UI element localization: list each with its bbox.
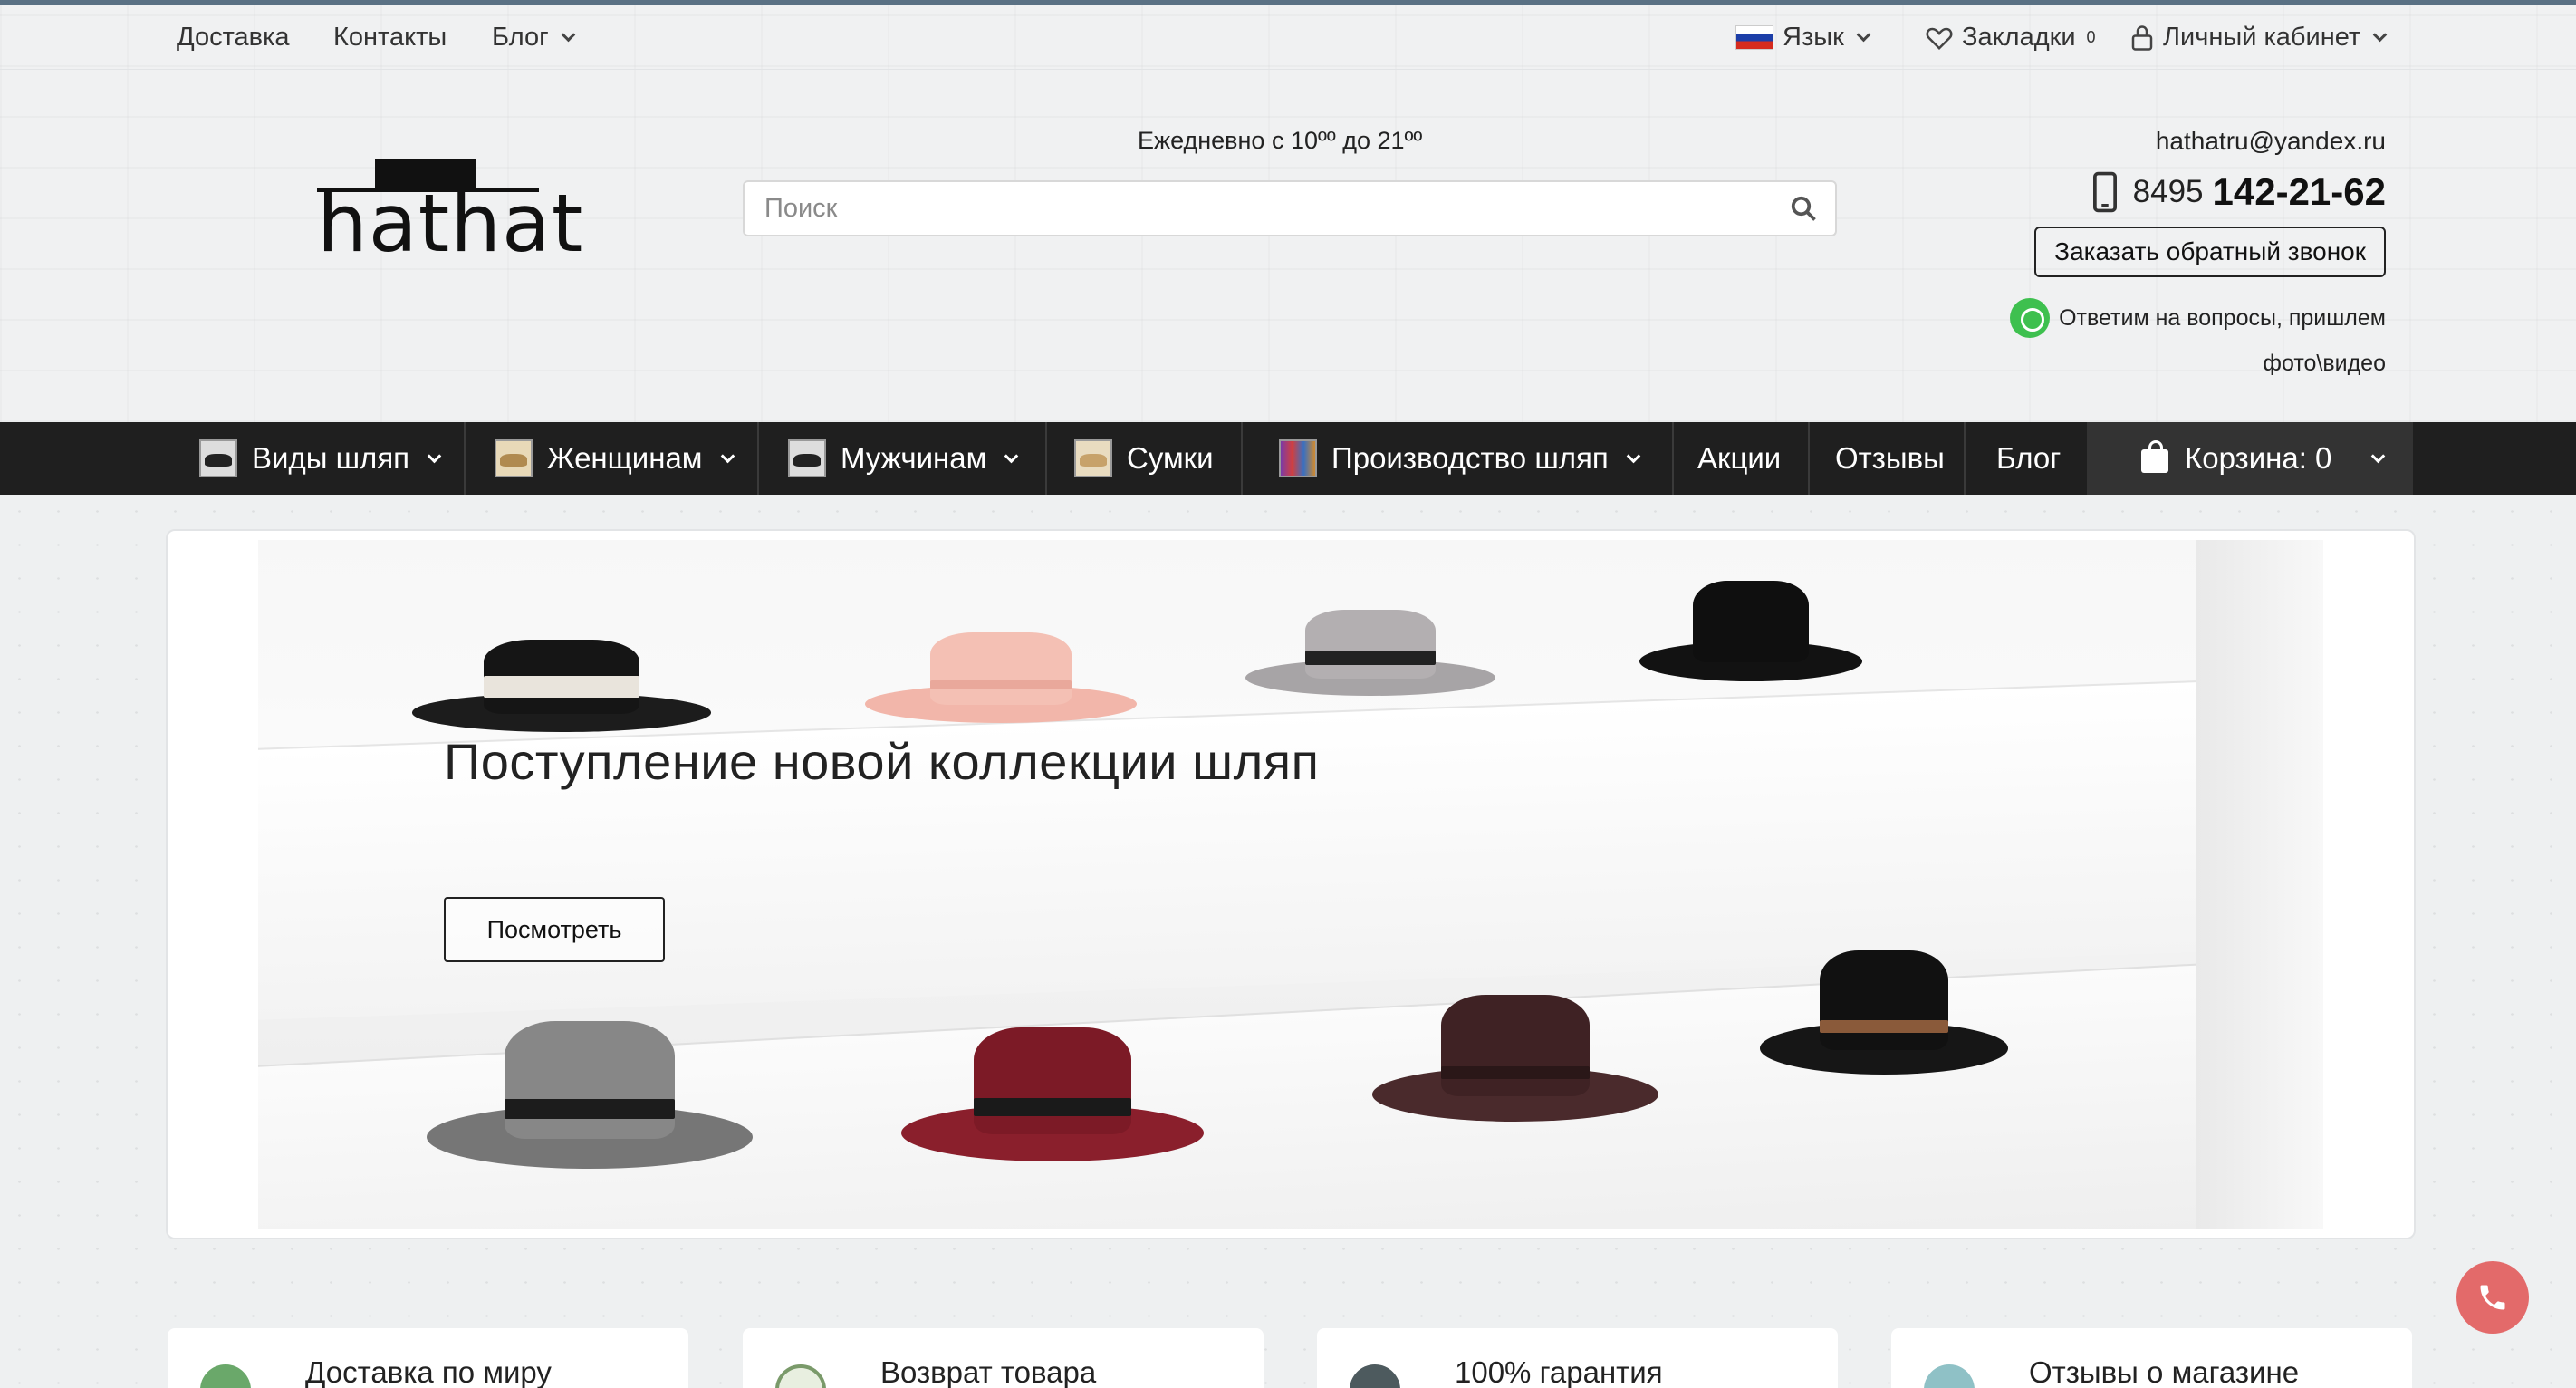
shopping-bag-icon: [2141, 440, 2168, 473]
phone-block[interactable]: 8495 142-21-62: [2034, 170, 2386, 214]
globe-icon: [200, 1364, 251, 1388]
account-label: Личный кабинет: [2163, 23, 2361, 52]
topbar-link-label: Доставка: [177, 23, 290, 52]
top-bar: Доставка Контакты Блог Язык Закладки 0 Ли…: [0, 5, 2576, 70]
whatsapp-text-line1: Ответим на вопросы, пришлем: [2059, 305, 2386, 331]
men-hat-thumbnail-icon: [788, 439, 826, 477]
phone-icon: [2480, 1285, 2505, 1310]
return-arrows-icon: [775, 1364, 826, 1388]
language-selector[interactable]: Язык: [1735, 23, 1871, 53]
nav-item-hat-production[interactable]: Производство шляп: [1243, 422, 1674, 495]
cart-label: Корзина: 0: [2185, 441, 2332, 475]
whatsapp-text-line2: фото\видео: [2263, 351, 2386, 376]
cart-button[interactable]: Корзина: 0: [2087, 422, 2413, 495]
banner-view-button[interactable]: Посмотреть: [444, 897, 665, 962]
hat-image: [901, 1011, 1204, 1161]
feature-card-returns[interactable]: Возврат товара: [743, 1328, 1264, 1388]
search-input[interactable]: [745, 182, 1759, 235]
chevron-down-icon: [1856, 27, 1871, 43]
nav-item-label: Акции: [1697, 441, 1782, 475]
feature-label: Отзывы о магазине: [2029, 1355, 2300, 1388]
nav-item-label: Виды шляп: [252, 441, 410, 475]
guarantee-badge-icon: [1350, 1364, 1400, 1388]
topbar-link-label: Контакты: [333, 23, 447, 52]
feature-label: Возврат товара: [880, 1355, 1097, 1388]
nav-item-men[interactable]: Мужчинам: [759, 422, 1047, 495]
hat-image: [1639, 576, 1862, 681]
feature-card-guarantee[interactable]: 100% гарантия: [1317, 1328, 1838, 1388]
nav-item-hat-types[interactable]: Виды шляп: [181, 422, 466, 495]
nav-item-label: Блог: [1996, 441, 2062, 475]
nav-item-blog[interactable]: Блог: [1966, 422, 2087, 495]
nav-item-label: Мужчинам: [841, 441, 987, 475]
chevron-down-icon: [720, 448, 735, 463]
whatsapp-icon: [2010, 298, 2051, 338]
topbar-link-blog[interactable]: Блог: [492, 23, 575, 53]
bookmarks-label: Закладки: [1962, 23, 2076, 52]
nav-item-label: Отзывы: [1835, 441, 1945, 475]
hat-thumbnail-icon: [199, 439, 237, 477]
account-menu[interactable]: Личный кабинет: [2130, 23, 2388, 53]
chevron-down-icon: [427, 448, 442, 463]
search-icon[interactable]: [1790, 195, 1817, 222]
logo-text: hathat: [317, 177, 584, 270]
nav-item-promotions[interactable]: Акции: [1674, 422, 1810, 495]
banner-title: Поступление новой коллекции шляп: [444, 733, 1320, 790]
main-nav: Виды шляп Женщинам Мужчинам Сумки Произв…: [0, 422, 2576, 495]
hat-image: [1372, 978, 1658, 1122]
nav-item-reviews[interactable]: Отзывы: [1810, 422, 1966, 495]
chevron-down-icon: [2372, 27, 2388, 43]
nav-item-bags[interactable]: Сумки: [1047, 422, 1243, 495]
nav-item-label: Женщинам: [547, 441, 703, 475]
whatsapp-block[interactable]: Ответим на вопросы, пришлем фото\видео: [1969, 295, 2386, 386]
feature-card-worldwide-delivery[interactable]: Доставка по миру: [168, 1328, 688, 1388]
heart-icon: [1926, 27, 1953, 50]
feature-card-store-reviews[interactable]: Отзывы о магазине: [1891, 1328, 2412, 1388]
hat-image: [865, 623, 1137, 723]
feature-label: Доставка по миру: [305, 1355, 552, 1388]
topbar-link-contacts[interactable]: Контакты: [333, 23, 447, 53]
topbar-link-delivery[interactable]: Доставка: [177, 23, 290, 53]
bookmarks-link[interactable]: Закладки 0: [1926, 23, 2096, 53]
production-thumbnail-icon: [1279, 439, 1317, 477]
phone-code: 8495: [2132, 174, 2204, 209]
women-hat-thumbnail-icon: [495, 439, 533, 477]
hat-image: [1245, 600, 1495, 696]
lock-icon: [2131, 24, 2153, 51]
callback-button[interactable]: Заказать обратный звонок: [2034, 227, 2386, 277]
bookmarks-count: 0: [2086, 28, 2096, 46]
hat-image: [412, 631, 711, 732]
search-box: [743, 180, 1837, 236]
nav-item-women[interactable]: Женщинам: [466, 422, 759, 495]
site-logo[interactable]: hathat: [317, 159, 582, 264]
bag-thumbnail-icon: [1074, 439, 1112, 477]
contacts-block: hathatru@yandex.ru 8495 142-21-62 Заказа…: [2034, 127, 2386, 277]
working-hours: Ежедневно с 10ºº до 21ºº: [1138, 127, 1423, 154]
mobile-phone-icon: [2092, 171, 2117, 213]
nav-item-label: Сумки: [1127, 441, 1214, 475]
chevron-down-icon: [1004, 448, 1019, 463]
banner-image[interactable]: [258, 540, 2323, 1229]
email-link[interactable]: hathatru@yandex.ru: [2034, 127, 2386, 156]
nav-item-label: Производство шляп: [1331, 441, 1609, 475]
reviews-bubble-icon: [1924, 1364, 1975, 1388]
hat-image: [1760, 937, 2008, 1075]
topbar-link-label: Блог: [492, 23, 549, 52]
language-label: Язык: [1783, 23, 1844, 52]
banner-wall: [2196, 540, 2323, 1229]
chevron-down-icon: [2371, 448, 2386, 463]
chevron-down-icon: [1626, 448, 1641, 463]
chevron-down-icon: [561, 27, 575, 43]
phone-number: 142-21-62: [2212, 170, 2386, 213]
hat-image: [427, 1002, 753, 1169]
feature-label: 100% гарантия: [1455, 1355, 1663, 1388]
floating-call-button[interactable]: [2456, 1261, 2529, 1334]
russia-flag-icon: [1735, 25, 1773, 50]
